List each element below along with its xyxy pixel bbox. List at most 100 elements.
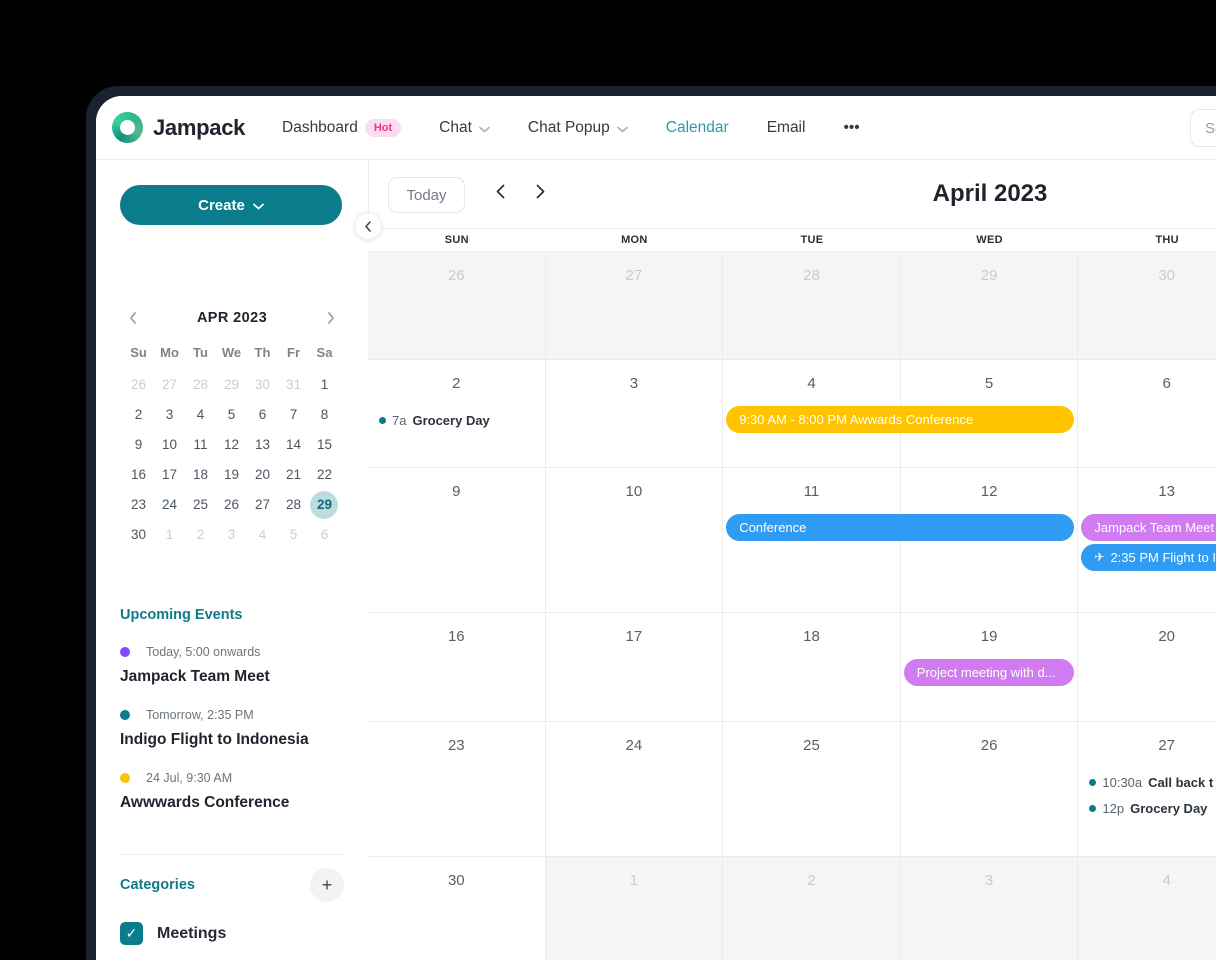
day-cell-2[interactable]: 2 [723,857,901,960]
mini-day[interactable]: 30 [123,520,154,550]
upcoming-event-item[interactable]: Tomorrow, 2:35 PM Indigo Flight to Indone… [120,708,344,749]
day-cell-4[interactable]: 4 [1078,857,1216,960]
day-cell-27[interactable]: 27 10:30a Call back t 12p Grocery Day [1078,722,1216,856]
mini-day[interactable]: 27 [154,370,185,400]
mini-day[interactable]: 28 [278,490,309,520]
mini-day[interactable]: 7 [278,400,309,430]
day-cell-17[interactable]: 17 [545,613,724,721]
mini-day[interactable]: 23 [123,490,154,520]
event-pill-2-35-pm-flight-to-indonesia[interactable]: ✈ 2:35 PM Flight to Indonesia [1081,544,1216,571]
day-cell-6[interactable]: 6 [1078,360,1216,467]
mini-day[interactable]: 11 [185,430,216,460]
day-number: 26 [980,737,998,754]
sidebar: Create APR 2023 Su Mo Tu We Th Fr Sa 26 27 28 29 30… [96,160,368,960]
mini-day[interactable]: 25 [185,490,216,520]
mini-day[interactable]: 30 [247,370,278,400]
mini-day[interactable]: 2 [123,400,154,430]
categories-heading: Categories [120,877,195,893]
mini-day[interactable]: 5 [216,400,247,430]
mini-day[interactable]: 26 [123,370,154,400]
event-pill-project-meeting-with-d[interactable]: Project meeting with d... [903,659,1075,686]
nav-item-more[interactable]: ••• [843,119,859,137]
day-cell-9[interactable]: 9 [368,468,546,612]
mini-day[interactable]: 22 [309,460,340,490]
mini-day[interactable]: 3 [154,400,185,430]
category-item-meetings[interactable]: ✓ Meetings [120,922,344,945]
nav-item-dashboard[interactable]: Dashboard Hot [282,119,402,137]
day-cell-26[interactable]: 26 [900,722,1079,856]
mini-day[interactable]: 4 [247,520,278,550]
nav-item-email[interactable]: Email [767,119,806,137]
day-cell-3[interactable]: 3 [545,360,724,467]
mini-day[interactable]: 17 [154,460,185,490]
nav-item-calendar[interactable]: Calendar [666,119,729,137]
mini-day[interactable]: 1 [309,370,340,400]
day-cell-30[interactable]: 30 [1078,252,1216,359]
mini-day[interactable]: 6 [247,400,278,430]
day-cell-10[interactable]: 10 [545,468,724,612]
mini-day[interactable]: 8 [309,400,340,430]
mini-day[interactable]: 18 [185,460,216,490]
mini-day[interactable]: 21 [278,460,309,490]
mini-next-button[interactable] [327,312,335,324]
day-cell-3[interactable]: 3 [900,857,1079,960]
add-category-button[interactable]: + [310,868,344,902]
day-number: 18 [803,628,820,645]
mini-day[interactable]: 19 [216,460,247,490]
day-cell-23[interactable]: 23 [368,722,546,856]
brand[interactable]: Jampack [112,112,245,143]
mini-day[interactable]: 2 [185,520,216,550]
day-cell-2[interactable]: 2 7a Grocery Day [368,360,546,467]
mini-day[interactable]: 16 [123,460,154,490]
collapse-sidebar-button[interactable] [354,212,382,240]
day-cell-28[interactable]: 28 [723,252,901,359]
mini-day[interactable]: 13 [247,430,278,460]
dot-event[interactable]: 12p Grocery Day [1089,795,1216,821]
upcoming-event-item[interactable]: 24 Jul, 9:30 AM Awwwards Conference [120,771,344,812]
mini-day[interactable]: 6 [309,520,340,550]
mini-day[interactable]: 24 [154,490,185,520]
mini-day[interactable]: 14 [278,430,309,460]
mini-day[interactable]: 10 [154,430,185,460]
mini-day[interactable]: 15 [309,430,340,460]
mini-day[interactable]: 1 [154,520,185,550]
mini-day[interactable]: 31 [278,370,309,400]
next-month-button[interactable] [535,184,546,199]
event-pill-conference[interactable]: Conference [726,514,1075,541]
mini-day[interactable]: 29 [216,370,247,400]
mini-day[interactable]: 3 [216,520,247,550]
day-cell-16[interactable]: 16 [368,613,546,721]
day-cell-30[interactable]: 30 [368,857,546,960]
nav-item-chat-popup[interactable]: Chat Popup [528,119,628,137]
day-cell-20[interactable]: 20 [1078,613,1216,721]
prev-month-button[interactable] [495,184,506,199]
search-input[interactable] [1190,109,1216,147]
mini-day[interactable]: 28 [185,370,216,400]
mini-day-selected[interactable]: 29 [309,490,340,520]
event-pill-jampack-team-meet[interactable]: Jampack Team Meet [1081,514,1216,541]
today-button[interactable]: Today [388,177,465,213]
day-cell-25[interactable]: 25 [723,722,901,856]
dot-event[interactable]: 10:30a Call back t [1089,769,1216,795]
mini-day[interactable]: 20 [247,460,278,490]
mini-prev-button[interactable] [129,312,137,324]
mini-day[interactable]: 12 [216,430,247,460]
upcoming-event-item[interactable]: Today, 5:00 onwards Jampack Team Meet [120,645,344,686]
day-cell-29[interactable]: 29 [900,252,1079,359]
event-pill-9-30-am-8-00-pm-awwards-conference[interactable]: 9:30 AM - 8:00 PM Awwards Conference [726,406,1075,433]
mini-day[interactable]: 9 [123,430,154,460]
mini-day[interactable]: 5 [278,520,309,550]
day-cell-27[interactable]: 27 [545,252,724,359]
mini-day[interactable]: 26 [216,490,247,520]
nav-item-chat[interactable]: Chat [439,119,490,137]
mini-day[interactable]: 4 [185,400,216,430]
day-cell-1[interactable]: 1 [545,857,724,960]
day-cell-24[interactable]: 24 [545,722,724,856]
mini-day[interactable]: 27 [247,490,278,520]
day-cell-18[interactable]: 18 [723,613,901,721]
day-cell-26[interactable]: 26 [368,252,546,359]
create-button[interactable]: Create [120,185,342,225]
checkbox-checked-icon[interactable]: ✓ [120,922,143,945]
dot-event[interactable]: 7a Grocery Day [379,407,543,433]
calendar-week-row: 2 7a Grocery Day 3 4 5 6 9:30 AM - 8:00 PM Awwa… [368,360,1216,468]
